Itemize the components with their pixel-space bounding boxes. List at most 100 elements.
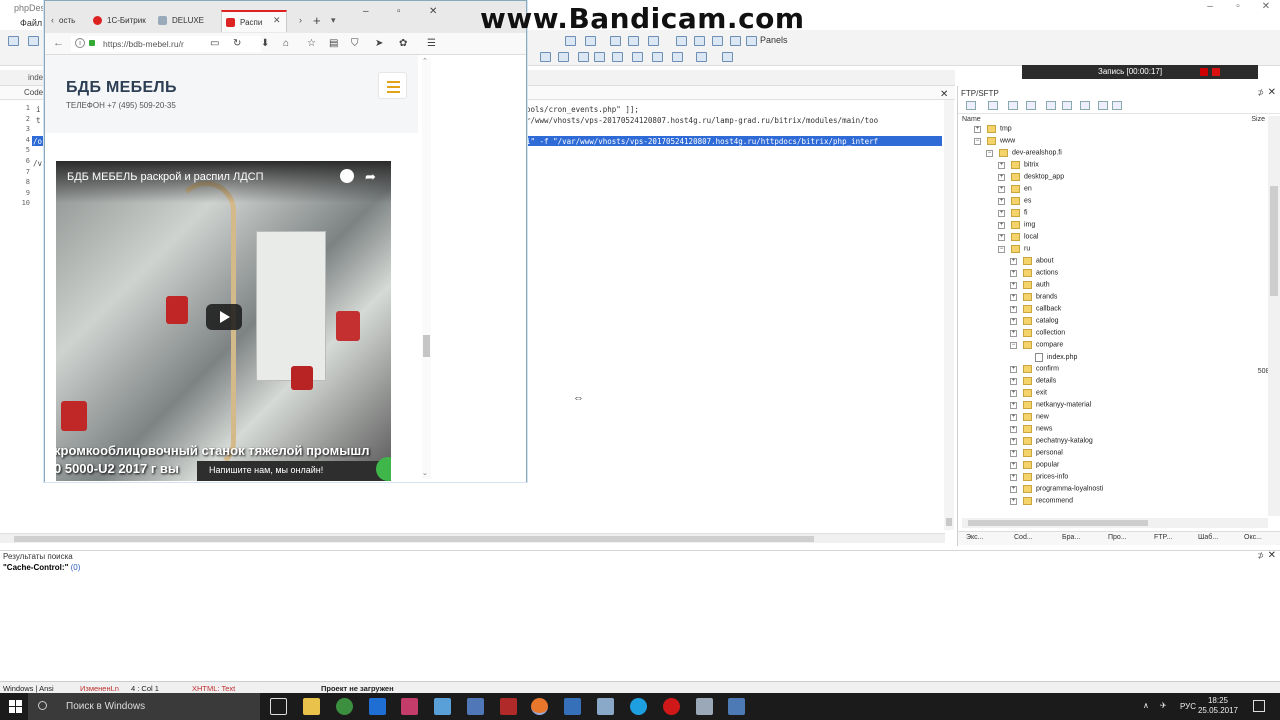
expand-icon[interactable]: + — [1010, 269, 1017, 277]
tree-item[interactable]: + actions — [1010, 269, 1058, 281]
close-icon[interactable]: ✕ — [1252, 0, 1280, 16]
bookmark-star-icon[interactable]: ☆ — [307, 38, 316, 49]
stop-icon[interactable] — [1200, 68, 1208, 76]
tray-language[interactable]: РУС — [1180, 702, 1196, 711]
site-logo[interactable]: БДБ МЕБЕЛЬ — [66, 79, 177, 97]
tree-item[interactable]: + brands — [1010, 293, 1057, 305]
edge-icon[interactable] — [369, 698, 386, 715]
expand-icon[interactable]: + — [1010, 425, 1017, 433]
tab-close-icon[interactable]: ✕ — [273, 15, 281, 26]
pin-icon[interactable]: ⊅ — [1257, 88, 1264, 97]
reader-view-icon[interactable]: ▭ — [210, 38, 219, 49]
scroll-down-icon[interactable]: ⌄ — [422, 469, 428, 477]
tree-item[interactable]: + callback — [1010, 305, 1061, 317]
expand-icon[interactable]: + — [1010, 257, 1017, 265]
download-icon[interactable] — [1026, 101, 1036, 110]
browser-minimize-icon[interactable]: – — [363, 6, 369, 17]
expand-icon[interactable]: + — [998, 209, 1005, 217]
tree-item[interactable]: + netkanyy-material — [1010, 401, 1091, 413]
expand-icon[interactable]: + — [1010, 389, 1017, 397]
toolbar-icon-j[interactable] — [540, 52, 551, 62]
extension-icon[interactable]: ✿ — [399, 38, 407, 49]
refresh-icon[interactable] — [988, 101, 998, 110]
expand-icon[interactable]: + — [1010, 497, 1017, 505]
site-phone[interactable]: ТЕЛЕФОН +7 (495) 509-20-35 — [66, 101, 176, 110]
tree-item[interactable]: − compare — [1010, 341, 1063, 353]
toolbar-icon-i[interactable] — [746, 36, 757, 46]
expand-icon[interactable]: + — [1010, 365, 1017, 373]
toolbar-icon-m[interactable] — [594, 52, 605, 62]
toolbar-icon-f[interactable] — [694, 36, 705, 46]
tree-item[interactable]: + new — [1010, 413, 1049, 425]
tabs-list-icon[interactable]: ▾ — [331, 15, 336, 26]
result-item[interactable]: "Cache-Control:" (0) — [3, 563, 80, 572]
tree-item[interactable]: + programma-loyalnosti — [1010, 485, 1103, 497]
editor-horizontal-scrollbar[interactable] — [0, 533, 945, 543]
back-icon[interactable]: ← — [53, 37, 64, 49]
tree-item[interactable]: + confirm — [1010, 365, 1059, 377]
panel-tab-other[interactable]: Окс... — [1244, 534, 1262, 541]
home-icon[interactable]: ⌂ — [283, 38, 289, 49]
browser-maximize-icon[interactable]: ▫ — [397, 6, 401, 17]
tree-item[interactable]: + img — [998, 221, 1035, 233]
toolbar-icon-g[interactable] — [712, 36, 723, 46]
minimize-icon[interactable]: – — [1196, 0, 1224, 16]
browser-tab-1c[interactable]: 1С-Битрик — [89, 10, 149, 32]
app-icon-3[interactable] — [467, 698, 484, 715]
expand-icon[interactable]: + — [1010, 377, 1017, 385]
tree-item[interactable]: + es — [998, 197, 1031, 209]
chrome-icon[interactable] — [336, 698, 353, 715]
expand-icon[interactable]: + — [998, 221, 1005, 229]
tree-item[interactable]: − dev-arealshop.fi — [986, 149, 1062, 161]
youtube-video-embed[interactable]: БДБ МЕБЕЛЬ раскрой и распил ЛДСП ➦ кромк… — [56, 161, 391, 481]
tree-item[interactable]: + en — [998, 185, 1032, 197]
send-icon[interactable]: ➤ — [375, 38, 383, 49]
tree-item[interactable]: + about — [1010, 257, 1054, 269]
maximize-icon[interactable]: ▫ — [1224, 0, 1252, 16]
delete-icon[interactable] — [1062, 101, 1072, 110]
share-icon[interactable]: ➦ — [365, 169, 376, 185]
editor-vertical-scrollbar[interactable] — [944, 100, 954, 530]
library-icon[interactable]: ▤ — [329, 38, 338, 49]
tree-item[interactable]: + desktop_app — [998, 173, 1064, 185]
rename-icon[interactable] — [1080, 101, 1090, 110]
toolbar-icon-q[interactable] — [672, 52, 683, 62]
toolbar-icon-o[interactable] — [632, 52, 643, 62]
ftp-vertical-scrollbar[interactable] — [1268, 116, 1280, 516]
tree-item[interactable]: + prices-info — [1010, 473, 1068, 485]
menu-file[interactable]: Файл — [20, 18, 42, 28]
toolbar-icon-a[interactable] — [565, 36, 576, 46]
scroll-thumb[interactable] — [968, 520, 1148, 526]
scroll-thumb[interactable] — [1270, 186, 1278, 296]
expand-icon[interactable]: + — [1010, 293, 1017, 301]
tree-item[interactable]: + bitrix — [998, 161, 1039, 173]
tree-item[interactable]: + personal — [1010, 449, 1063, 461]
tree-item[interactable]: + news — [1010, 425, 1052, 437]
collapse-icon[interactable]: − — [1010, 341, 1017, 349]
panel-tab-templates[interactable]: Шаб... — [1198, 534, 1218, 541]
expand-icon[interactable]: + — [1010, 329, 1017, 337]
collapse-icon[interactable]: − — [974, 137, 981, 145]
ftp-close-icon[interactable]: ✕ — [1268, 87, 1276, 98]
site-menu-icon[interactable] — [378, 72, 407, 99]
toolbar-icon-c[interactable] — [610, 36, 621, 46]
panel-tab-explorer[interactable]: Экс... — [966, 534, 984, 541]
windows-start-icon[interactable] — [9, 700, 22, 713]
reload-icon[interactable]: ↻ — [233, 38, 241, 49]
app-icon-7[interactable] — [728, 698, 745, 715]
task-view-icon[interactable] — [270, 698, 287, 715]
tree-item[interactable]: + exit — [1010, 389, 1047, 401]
watch-later-icon[interactable] — [340, 169, 354, 183]
video-title[interactable]: БДБ МЕБЕЛЬ раскрой и распил ЛДСП — [67, 171, 264, 183]
pocket-icon[interactable]: ⛉ — [351, 38, 359, 49]
open-folder-icon[interactable] — [28, 36, 39, 46]
tab-code[interactable]: Code — [24, 88, 43, 97]
tree-item[interactable]: + details — [1010, 377, 1056, 389]
skype-icon[interactable] — [630, 698, 647, 715]
app-icon-6[interactable] — [696, 698, 713, 715]
taskbar-clock[interactable]: 18:25 25.05.2017 — [1196, 696, 1240, 716]
toolbar-icon-l[interactable] — [578, 52, 589, 62]
tree-item[interactable]: + collection — [1010, 329, 1065, 341]
panel-tab-project[interactable]: Про... — [1108, 534, 1127, 541]
panel-tab-ftp[interactable]: FTP... — [1154, 534, 1172, 541]
